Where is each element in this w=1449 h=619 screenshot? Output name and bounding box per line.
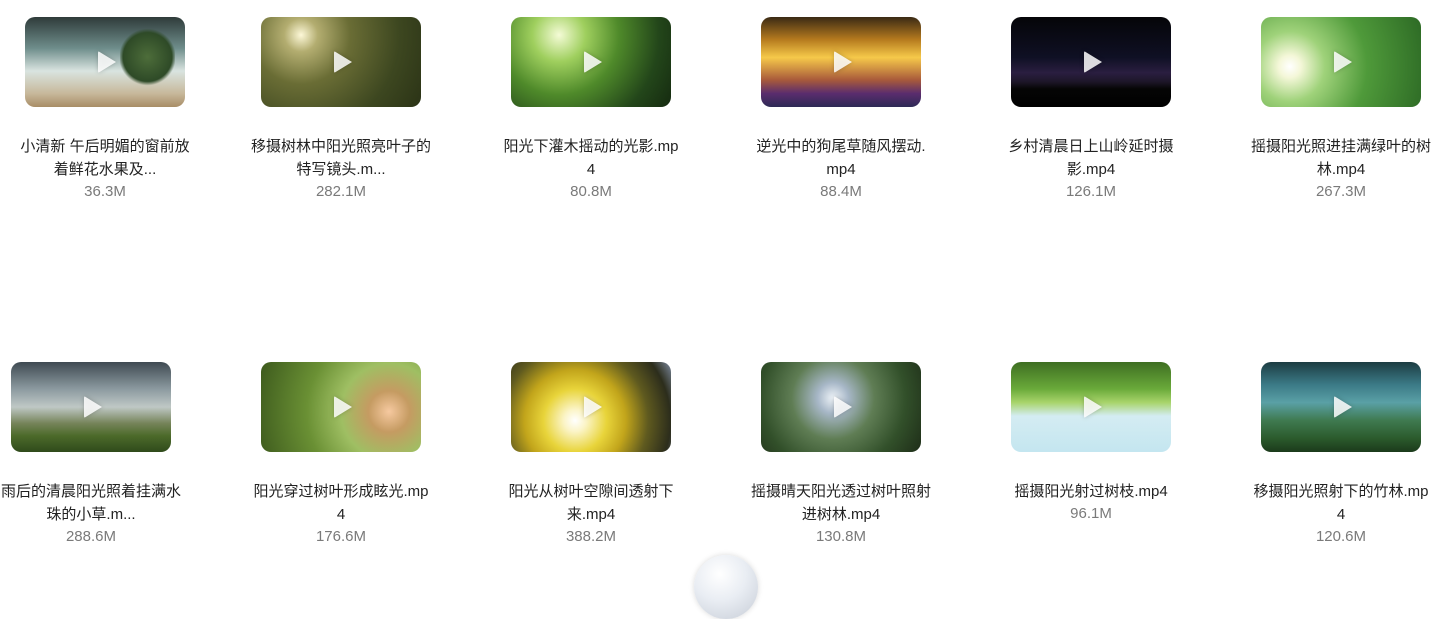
play-icon[interactable] [584, 51, 602, 73]
play-icon[interactable] [334, 396, 352, 418]
file-name[interactable]: 小清新 午后明媚的窗前放 着鲜花水果及... [0, 135, 210, 181]
play-icon[interactable] [1334, 396, 1352, 418]
video-tile[interactable]: 阳光穿过树叶形成眩光.mp 4 176.6M [236, 345, 446, 575]
video-tile[interactable]: 摇摄阳光照进挂满绿叶的树 林.mp4 267.3M [1236, 0, 1446, 230]
file-size: 120.6M [1315, 528, 1367, 545]
floating-assistant-bubble[interactable] [694, 555, 758, 619]
play-icon[interactable] [1084, 396, 1102, 418]
file-size: 388.2M [565, 528, 617, 545]
file-name[interactable]: 摇摄晴天阳光透过树叶照射 进树林.mp4 [736, 480, 946, 526]
video-tile[interactable]: 移摄树林中阳光照亮叶子的 特写镜头.m... 282.1M [236, 0, 446, 230]
video-thumbnail[interactable] [261, 17, 421, 107]
file-name[interactable]: 阳光穿过树叶形成眩光.mp 4 [236, 480, 446, 526]
file-name[interactable]: 雨后的清晨阳光照着挂满水 珠的小草.m... [0, 480, 196, 526]
video-tile[interactable]: 移摄阳光照射下的竹林.mp 4 120.6M [1236, 345, 1446, 575]
file-name[interactable]: 移摄树林中阳光照亮叶子的 特写镜头.m... [236, 135, 446, 181]
video-thumbnail[interactable] [511, 17, 671, 107]
video-thumbnail[interactable] [761, 17, 921, 107]
file-size: 130.8M [815, 528, 867, 545]
video-tile[interactable]: 阳光下灌木摇动的光影.mp 4 80.8M [486, 0, 696, 230]
file-size: 267.3M [1315, 183, 1367, 200]
video-tile[interactable]: 逆光中的狗尾草随风摆动. mp4 88.4M [736, 0, 946, 230]
file-name[interactable]: 摇摄阳光照进挂满绿叶的树 林.mp4 [1236, 135, 1446, 181]
play-icon[interactable] [1334, 51, 1352, 73]
video-thumbnail[interactable] [1261, 17, 1421, 107]
video-tile[interactable]: 小清新 午后明媚的窗前放 着鲜花水果及... 36.3M [0, 0, 210, 230]
file-size: 282.1M [315, 183, 367, 200]
video-thumbnail[interactable] [1011, 362, 1171, 452]
file-size: 288.6M [65, 528, 117, 545]
video-tile[interactable]: 阳光从树叶空隙间透射下 来.mp4 388.2M [486, 345, 696, 575]
file-name[interactable]: 阳光下灌木摇动的光影.mp 4 [486, 135, 696, 181]
play-icon[interactable] [84, 396, 102, 418]
video-thumbnail[interactable] [1011, 17, 1171, 107]
play-icon[interactable] [834, 51, 852, 73]
video-thumbnail[interactable] [761, 362, 921, 452]
file-size: 88.4M [820, 183, 862, 200]
file-name[interactable]: 乡村清晨日上山岭延时摄 影.mp4 [986, 135, 1196, 181]
video-tile[interactable]: 摇摄晴天阳光透过树叶照射 进树林.mp4 130.8M [736, 345, 946, 575]
video-thumbnail[interactable] [25, 17, 185, 107]
video-tile[interactable]: 乡村清晨日上山岭延时摄 影.mp4 126.1M [986, 0, 1196, 230]
file-size: 96.1M [1070, 505, 1112, 522]
file-name[interactable]: 移摄阳光照射下的竹林.mp 4 [1236, 480, 1446, 526]
file-name[interactable]: 阳光从树叶空隙间透射下 来.mp4 [486, 480, 696, 526]
video-tile[interactable]: 摇摄阳光射过树枝.mp4 96.1M [986, 345, 1196, 575]
file-name[interactable]: 逆光中的狗尾草随风摆动. mp4 [736, 135, 946, 181]
video-tile[interactable]: 雨后的清晨阳光照着挂满水 珠的小草.m... 288.6M [0, 345, 196, 575]
file-size: 80.8M [570, 183, 612, 200]
play-icon[interactable] [1084, 51, 1102, 73]
video-gallery-page: { "files": [ {"name": "小清新 午后明媚的窗前放\n着鲜花… [0, 0, 1449, 619]
play-icon[interactable] [834, 396, 852, 418]
file-size: 36.3M [84, 183, 126, 200]
video-thumbnail[interactable] [11, 362, 171, 452]
file-name[interactable]: 摇摄阳光射过树枝.mp4 [986, 480, 1196, 503]
video-thumbnail[interactable] [1261, 362, 1421, 452]
video-thumbnail[interactable] [261, 362, 421, 452]
play-icon[interactable] [98, 51, 116, 73]
video-grid: 小清新 午后明媚的窗前放 着鲜花水果及... 36.3M 移摄树林中阳光照亮叶子… [0, 0, 1449, 577]
file-size: 176.6M [315, 528, 367, 545]
play-icon[interactable] [584, 396, 602, 418]
play-icon[interactable] [334, 51, 352, 73]
file-size: 126.1M [1065, 183, 1117, 200]
video-thumbnail[interactable] [511, 362, 671, 452]
